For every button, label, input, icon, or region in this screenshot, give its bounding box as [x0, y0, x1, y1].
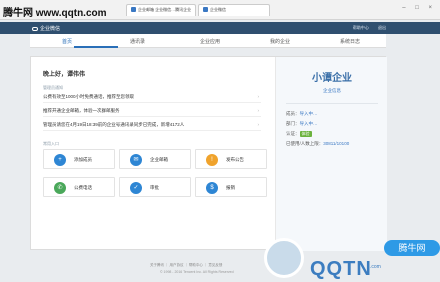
approval-icon: ✓	[130, 182, 142, 194]
tab-label: 企业微信	[210, 7, 226, 12]
notice-text: 推荐开通企业邮箱，体验一次群邮服务	[43, 108, 120, 113]
shortcut-label: 发布公告	[226, 157, 244, 162]
watermark-domain: .com	[370, 264, 381, 270]
tab-favicon-icon	[203, 7, 208, 13]
notice-item[interactable]: 推荐开通企业邮箱，体验一次群邮服务 ›	[43, 105, 261, 117]
row-label: 认证：	[286, 131, 300, 136]
window-controls[interactable]: – □ ×	[402, 5, 436, 11]
watermark-text: QQTN	[310, 258, 372, 280]
browser-tab[interactable]: 企业微信	[198, 4, 270, 16]
departments-row: 部门：导入中…	[286, 121, 318, 127]
app-logo-text: 企业微信	[40, 26, 61, 32]
footer-links[interactable]: 关于腾讯 ｜ 用户协议 ｜ 帮助中心 ｜ 意见反馈	[150, 263, 222, 268]
logout-link[interactable]: 退出	[378, 25, 386, 30]
verification-row: 认证： 体验	[286, 131, 312, 137]
row-value: 导入中…	[299, 111, 318, 116]
shortcut-phone[interactable]: ✆ 公费电话	[43, 177, 115, 197]
shortcut-label: 审批	[150, 185, 159, 190]
shortcut-label: 企业邮箱	[150, 157, 168, 162]
app-header: 企业微信 帮助中心 退出	[0, 22, 440, 34]
notice-text: 管理员请您在4月19日18:39前的企业号通讯录同步已完成，新增4172人	[43, 122, 185, 127]
greeting: 晚上好，谭伟伟	[43, 72, 86, 78]
notice-item[interactable]: 公费有效至1000小时免费通话，推荐至您领取 ›	[43, 91, 261, 103]
divider	[286, 103, 378, 104]
nav-system-log[interactable]: 系统日志	[340, 38, 360, 45]
tab-favicon-icon	[131, 7, 136, 13]
header-links: 帮助中心 退出	[345, 25, 386, 31]
nav-contacts[interactable]: 通讯录	[130, 38, 145, 45]
enterprise-sidebar: 小谭企业 企业信息 成员：导入中… 部门：导入中… 认证： 体验 已使用/人数上限…	[275, 57, 387, 251]
nav-my-enterprise[interactable]: 我的企业	[270, 38, 290, 45]
cloud-icon	[32, 26, 38, 31]
row-label: 部门：	[286, 121, 300, 126]
watermark-badge: 腾牛网	[384, 240, 440, 256]
enterprise-name: 小谭企业	[312, 73, 352, 84]
row-value: 30811/10100	[323, 141, 350, 146]
shortcuts-title: 常用入口	[43, 141, 59, 146]
app-logo[interactable]: 企业微信	[32, 25, 60, 32]
usage-row: 已使用/人数上限：30811/10100	[286, 141, 349, 147]
dashboard-panel: 晚上好，谭伟伟 管理员通知 公费有效至1000小时免费通话，推荐至您领取 › 推荐…	[30, 56, 387, 251]
browser-tab[interactable]: 企业邮箱 企业微信…腾讯企业	[126, 4, 196, 16]
nav-home[interactable]: 首页	[62, 38, 72, 45]
help-link[interactable]: 帮助中心	[353, 25, 369, 30]
notice-item[interactable]: 管理员请您在4月19日18:39前的企业号通讯录同步已完成，新增4172人 ›	[43, 119, 261, 131]
enterprise-info-link[interactable]: 企业信息	[276, 88, 388, 94]
shortcut-label: 公费电话	[74, 185, 92, 190]
row-label: 已使用/人数上限：	[286, 141, 324, 146]
shortcut-label: 添加成员	[74, 157, 92, 162]
chevron-right-icon: ›	[257, 122, 260, 127]
chevron-right-icon: ›	[257, 108, 260, 113]
announcement-icon: !	[206, 154, 218, 166]
phone-icon: ✆	[54, 182, 66, 194]
shortcut-mail[interactable]: ✉ 企业邮箱	[119, 149, 191, 169]
shortcut-reimburse[interactable]: $ 报销	[195, 177, 267, 197]
row-value: 导入中…	[299, 121, 318, 126]
shortcut-approval[interactable]: ✓ 审批	[119, 177, 191, 197]
tab-label: 企业邮箱 企业微信…腾讯企业	[138, 7, 192, 12]
shortcut-add-member[interactable]: + 添加成员	[43, 149, 115, 169]
status-badge[interactable]: 体验	[299, 131, 312, 137]
shortcut-label: 报销	[226, 185, 235, 190]
watermark-logo-icon	[264, 238, 304, 278]
add-member-icon: +	[54, 154, 66, 166]
main-nav: 首页 通讯录 企业应用 我的企业 系统日志	[30, 34, 386, 48]
nav-apps[interactable]: 企业应用	[200, 38, 220, 45]
nav-active-indicator	[74, 46, 118, 48]
watermark-site: 腾牛网 www.qqtn.com	[3, 8, 107, 19]
copyright: © 1998 - 2016 Tencent Inc. All Rights Re…	[160, 270, 234, 274]
reimburse-icon: $	[206, 182, 218, 194]
chevron-right-icon: ›	[257, 94, 260, 99]
notice-text: 公费有效至1000小时免费通话，推荐至您领取	[43, 94, 135, 99]
row-label: 成员：	[286, 111, 300, 116]
browser-titlebar: 腾牛网 www.qqtn.com 企业邮箱 企业微信…腾讯企业 企业微信 – □…	[0, 0, 440, 20]
shortcut-announcement[interactable]: ! 发布公告	[195, 149, 267, 169]
members-row: 成员：导入中…	[286, 111, 318, 117]
mail-icon: ✉	[130, 154, 142, 166]
